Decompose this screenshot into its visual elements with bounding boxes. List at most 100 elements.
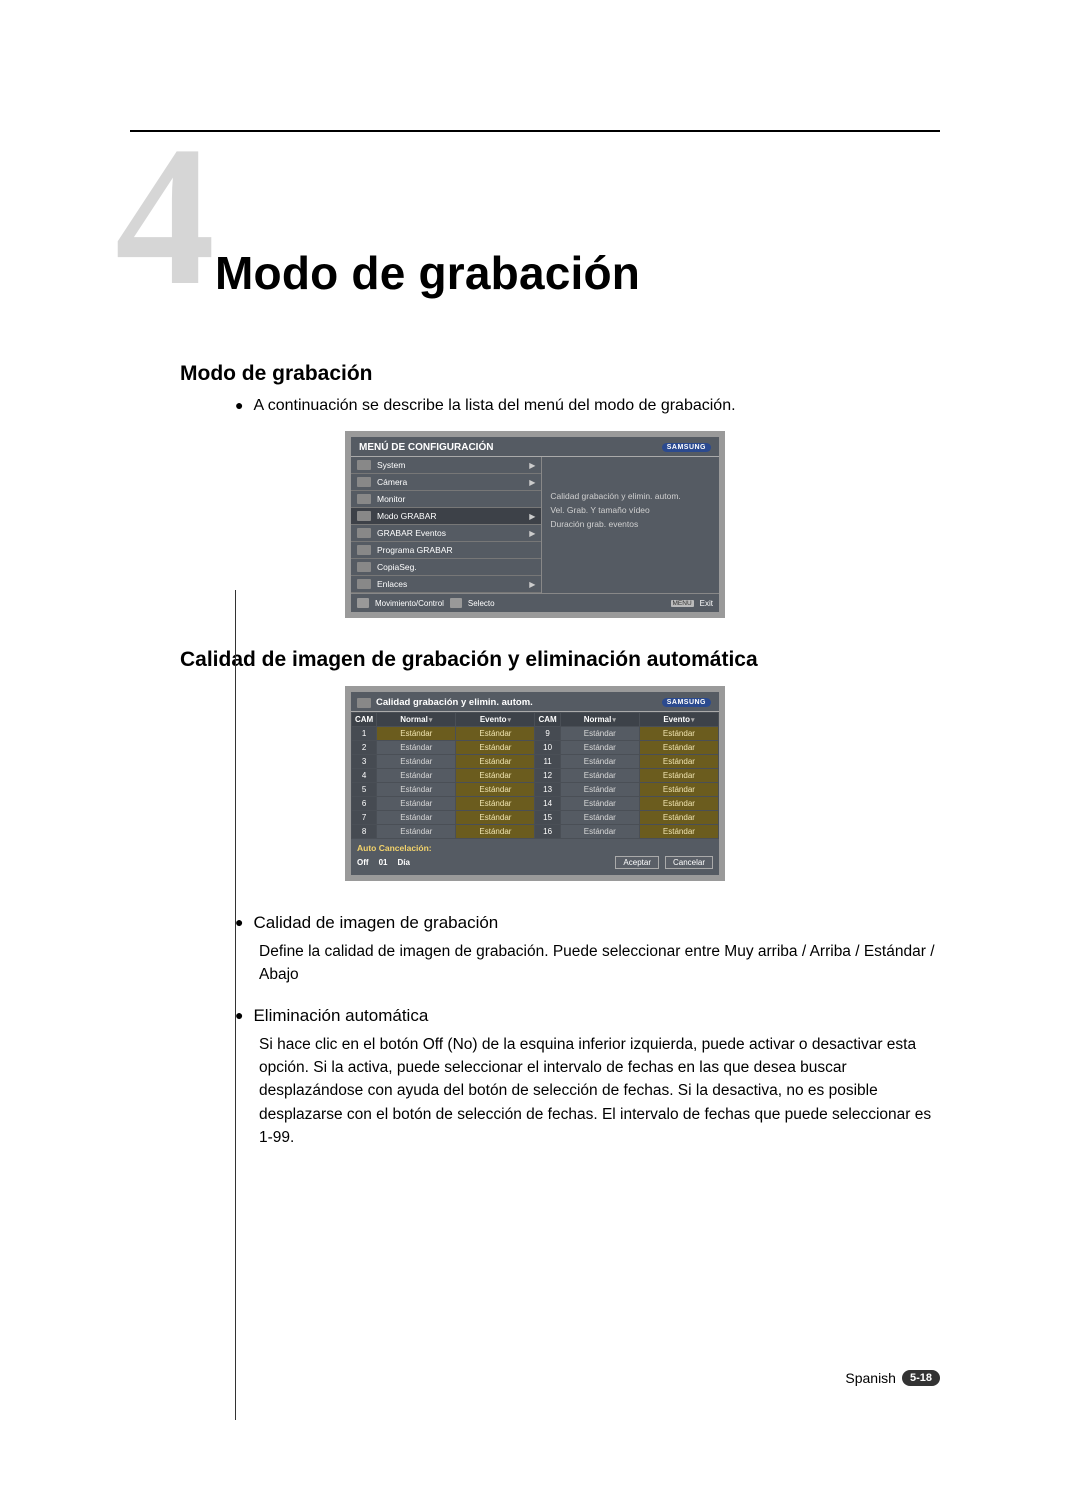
table-cell[interactable]: Estándar [639, 797, 718, 811]
chevron-right-icon: ▶ [529, 580, 535, 589]
bullet-autodelete-title: Eliminación automática [253, 1004, 428, 1029]
chevron-right-icon: ▶ [529, 529, 535, 538]
record-mode-icon [357, 698, 371, 708]
menu-item[interactable]: Modo GRABAR▶ [351, 508, 541, 525]
section-title-1: Modo de grabación [180, 362, 940, 386]
menu-item[interactable]: CopiaSeg. [351, 559, 541, 576]
table-cell[interactable]: Estándar [377, 811, 456, 825]
menu-item-label: Programa GRABAR [377, 545, 453, 555]
table-cell[interactable]: 9 [535, 727, 560, 741]
menu-item[interactable]: Cámera▶ [351, 474, 541, 491]
table-cell[interactable]: 5 [352, 783, 377, 797]
table-cell[interactable]: 13 [535, 783, 560, 797]
table-cell[interactable]: Estándar [560, 783, 639, 797]
table-row: 3EstándarEstándar11EstándarEstándar [352, 755, 719, 769]
table-cell[interactable]: Estándar [560, 769, 639, 783]
table-cell[interactable]: Estándar [456, 811, 535, 825]
table-row: 8EstándarEstándar16EstándarEstándar [352, 825, 719, 839]
table-row: 7EstándarEstándar15EstándarEstándar [352, 811, 719, 825]
table-cell[interactable]: Estándar [377, 755, 456, 769]
table-cell[interactable]: 4 [352, 769, 377, 783]
table-header: CAM [352, 713, 377, 727]
table-cell[interactable]: 2 [352, 741, 377, 755]
page-footer: Spanish 5-18 [130, 1370, 940, 1386]
table-cell[interactable]: 8 [352, 825, 377, 839]
table-cell[interactable]: 12 [535, 769, 560, 783]
table-cell[interactable]: Estándar [560, 755, 639, 769]
table-cell[interactable]: 10 [535, 741, 560, 755]
table-cell[interactable]: Estándar [456, 769, 535, 783]
table-cell[interactable]: Estándar [560, 825, 639, 839]
menu-item-icon [357, 562, 371, 572]
table-cell[interactable]: Estándar [560, 741, 639, 755]
menu-item-label: CopiaSeg. [377, 562, 417, 572]
table-cell[interactable]: Estándar [456, 727, 535, 741]
table-cell[interactable]: Estándar [377, 727, 456, 741]
dpad-icon [357, 598, 369, 608]
page-number-badge: 5-18 [902, 1370, 940, 1386]
table-cell[interactable]: Estándar [377, 783, 456, 797]
table-cell[interactable]: Estándar [560, 797, 639, 811]
table-cell[interactable]: Estándar [639, 727, 718, 741]
table-cell[interactable]: Estándar [639, 783, 718, 797]
table-cell[interactable]: 16 [535, 825, 560, 839]
table-header: CAM [535, 713, 560, 727]
table-cell[interactable]: 6 [352, 797, 377, 811]
menu-item[interactable]: Monitor [351, 491, 541, 508]
submenu-item[interactable]: Vel. Grab. Y tamaño vídeo [550, 503, 713, 517]
footer-exit: Exit [700, 599, 713, 608]
menu-item-icon [357, 511, 371, 521]
table-cell[interactable]: 14 [535, 797, 560, 811]
menu-item-label: Enlaces [377, 579, 407, 589]
table-cell[interactable]: Estándar [560, 811, 639, 825]
table-cell[interactable]: Estándar [639, 825, 718, 839]
auto-days-unit: Día [397, 858, 409, 867]
table-cell[interactable]: 1 [352, 727, 377, 741]
table-header: Normal▾ [377, 713, 456, 727]
chapter-title: Modo de grabación [215, 246, 640, 300]
intro-bullet: ● A continuación se describe la lista de… [235, 394, 940, 417]
table-cell[interactable]: 7 [352, 811, 377, 825]
bullet-autodelete-text: Si hace clic en el botón Off (No) de la … [259, 1033, 940, 1149]
auto-days-value[interactable]: 01 [379, 858, 388, 867]
menu-item-label: Cámera [377, 477, 407, 487]
cancel-button[interactable]: Cancelar [665, 856, 713, 869]
table-cell[interactable]: Estándar [639, 769, 718, 783]
menu-item-icon [357, 494, 371, 504]
chevron-right-icon: ▶ [529, 461, 535, 470]
menu-item-label: System [377, 460, 405, 470]
table-cell[interactable]: Estándar [456, 797, 535, 811]
chevron-right-icon: ▶ [529, 512, 535, 521]
table-cell[interactable]: 15 [535, 811, 560, 825]
bullet-icon: ● [235, 394, 243, 417]
submenu-item[interactable]: Calidad grabación y elimin. autom. [550, 489, 713, 503]
menu-item[interactable]: System ▶ [351, 457, 541, 474]
config-menu-title: MENÚ DE CONFIGURACIÓN [359, 442, 493, 453]
table-row: 6EstándarEstándar14EstándarEstándar [352, 797, 719, 811]
menu-item[interactable]: Programa GRABAR [351, 542, 541, 559]
table-cell[interactable]: Estándar [377, 741, 456, 755]
table-cell[interactable]: Estándar [377, 797, 456, 811]
bullet-quality-title: Calidad de imagen de grabación [253, 911, 498, 936]
auto-off[interactable]: Off [357, 858, 369, 867]
quality-table-screenshot: Calidad grabación y elimin. autom. SAMSU… [345, 686, 725, 881]
accept-button[interactable]: Aceptar [615, 856, 659, 869]
table-cell[interactable]: 11 [535, 755, 560, 769]
table-cell[interactable]: Estándar [456, 825, 535, 839]
menu-item-icon [357, 460, 371, 470]
submenu-item[interactable]: Duración grab. eventos [550, 517, 713, 531]
menu-item-icon [357, 579, 371, 589]
table-cell[interactable]: Estándar [456, 741, 535, 755]
table-cell[interactable]: Estándar [639, 811, 718, 825]
menu-item[interactable]: GRABAR Eventos▶ [351, 525, 541, 542]
table-cell[interactable]: Estándar [377, 825, 456, 839]
menu-item[interactable]: Enlaces ▶ [351, 576, 541, 593]
table-cell[interactable]: Estándar [377, 769, 456, 783]
table-cell[interactable]: Estándar [639, 755, 718, 769]
table-cell[interactable]: Estándar [560, 727, 639, 741]
menu-item-icon [357, 545, 371, 555]
table-cell[interactable]: Estándar [639, 741, 718, 755]
table-cell[interactable]: Estándar [456, 755, 535, 769]
table-cell[interactable]: Estándar [456, 783, 535, 797]
table-cell[interactable]: 3 [352, 755, 377, 769]
